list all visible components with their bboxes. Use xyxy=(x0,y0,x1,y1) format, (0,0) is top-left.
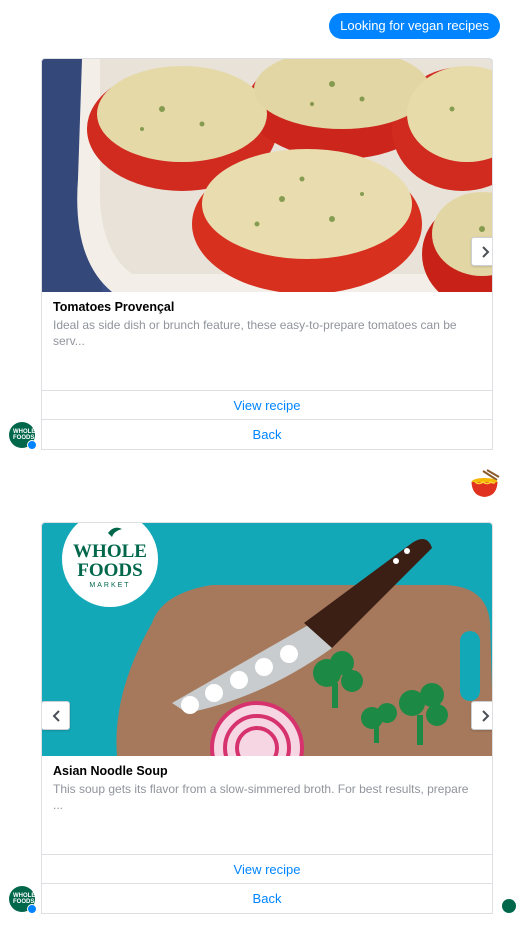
carousel-next-arrow[interactable] xyxy=(471,237,492,266)
chevron-right-icon xyxy=(481,709,489,722)
view-recipe-button[interactable]: View recipe xyxy=(42,391,492,420)
read-receipt-avatar xyxy=(502,899,516,913)
card-title: Tomatoes Provençal xyxy=(53,300,175,314)
recipe-card-tomatoes: Tomatoes Provençal Ideal as side dish or… xyxy=(41,58,493,450)
recipe-card-noodle-soup: WHOLE FOODS MARKET Asian Noodle Soup Thi… xyxy=(41,522,493,914)
back-button[interactable]: Back xyxy=(42,420,492,449)
card-title: Asian Noodle Soup xyxy=(53,764,168,778)
view-recipe-button[interactable]: View recipe xyxy=(42,855,492,884)
messenger-badge-icon xyxy=(27,440,37,450)
svg-text:MARKET: MARKET xyxy=(89,582,130,589)
card-subtitle: This soup gets its flavor from a slow-si… xyxy=(53,782,469,812)
back-button[interactable]: Back xyxy=(42,884,492,913)
whole-foods-avatar[interactable]: WHOLE FOODS xyxy=(9,422,37,450)
whole-foods-avatar[interactable]: WHOLE FOODS xyxy=(9,886,37,914)
svg-text:FOODS: FOODS xyxy=(77,560,142,581)
carousel-next-arrow[interactable] xyxy=(471,701,492,730)
stuffed-tomatoes-image[interactable] xyxy=(42,59,492,292)
carousel-prev-arrow[interactable] xyxy=(42,701,70,730)
knife-board-illustration[interactable]: WHOLE FOODS MARKET xyxy=(42,523,492,756)
card-body: Asian Noodle Soup This soup gets its fla… xyxy=(42,756,492,855)
card-subtitle: Ideal as side dish or brunch feature, th… xyxy=(53,318,457,348)
user-message-bubble: Looking for vegan recipes xyxy=(329,13,500,39)
svg-text:WHOLE: WHOLE xyxy=(73,541,147,562)
card-body: Tomatoes Provençal Ideal as side dish or… xyxy=(42,292,492,391)
messenger-badge-icon xyxy=(27,904,37,914)
chevron-left-icon xyxy=(52,709,60,722)
chevron-right-icon xyxy=(481,245,489,258)
noodle-bowl-emoji-icon xyxy=(469,468,500,504)
